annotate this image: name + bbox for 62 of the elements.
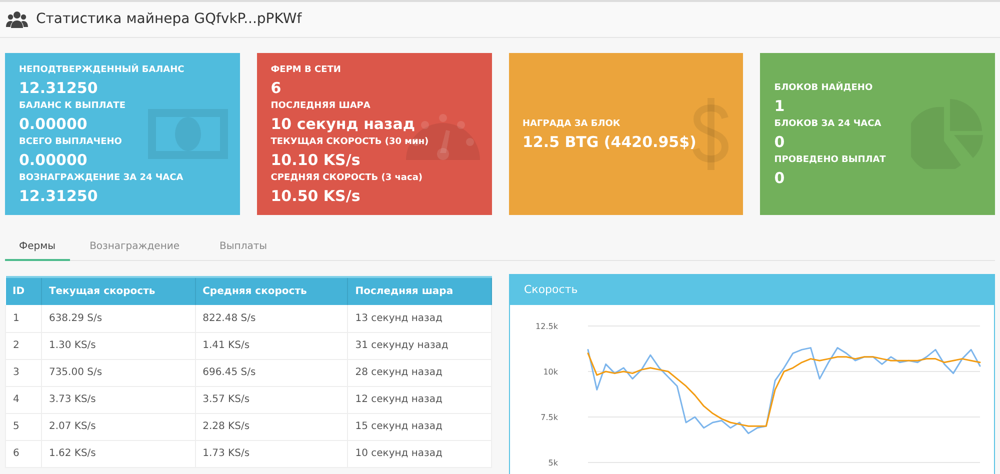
table-cell: 1.30 KS/s bbox=[41, 332, 196, 359]
table-cell: 735.00 S/s bbox=[41, 359, 196, 386]
axis-label: 5k bbox=[548, 458, 558, 468]
table-cell: 1.73 KS/s bbox=[195, 440, 348, 467]
table-cell: 28 секунд назад bbox=[348, 359, 492, 386]
table-cell: 2 bbox=[6, 332, 42, 359]
stat-value: 12.31250 bbox=[19, 78, 99, 98]
stat-label: НАГРАДА ЗА БЛОК bbox=[522, 118, 622, 131]
stat-value: 12.5 BTG (4420.95$) bbox=[522, 132, 696, 152]
stat-label: ТЕКУЩАЯ СКОРОСТЬ (30 мин) bbox=[270, 136, 429, 149]
table-cell: 3.57 KS/s bbox=[195, 386, 348, 413]
table-cell: 13 секунд назад bbox=[348, 305, 492, 332]
table-cell: 1 bbox=[6, 305, 42, 332]
table-cell: 2.28 KS/s bbox=[195, 413, 348, 440]
stat-label: БЛОКОВ НАЙДЕНО bbox=[774, 81, 874, 95]
table-cell: 12 секунд назад bbox=[348, 386, 492, 413]
table-cell: 5 bbox=[6, 413, 42, 440]
stat-label: БАЛАНС К ВЫПЛАТЕ bbox=[19, 100, 126, 113]
stat-value: 0 bbox=[774, 132, 786, 152]
column-header: Текущая скорость bbox=[41, 277, 196, 305]
column-header: Средняя скорость bbox=[195, 277, 348, 305]
table-cell: 3 bbox=[6, 359, 42, 386]
stat-label: НЕПОДТВЕРЖДЕННЫЙ БАЛАНС bbox=[19, 63, 184, 77]
table-cell: 3.73 KS/s bbox=[41, 386, 196, 413]
stat-label: БЛОКОВ ЗА 24 ЧАСА bbox=[774, 118, 882, 131]
stat-label: ВСЕГО ВЫПЛАЧЕНО bbox=[19, 136, 123, 149]
stat-label: ВОЗНАГРАЖДЕНИЕ ЗА 24 ЧАСА bbox=[19, 172, 184, 185]
table-cell: 696.45 S/s bbox=[195, 359, 348, 386]
column-header: Последняя шара bbox=[348, 277, 492, 305]
panel-title: Скорость bbox=[524, 282, 578, 298]
stat-value: 10.50 KS/s bbox=[270, 186, 362, 206]
table-cell: 10 секунд назад bbox=[348, 440, 492, 467]
stat-label: СРЕДНЯЯ СКОРОСТЬ (3 часа) bbox=[270, 172, 424, 185]
users-icon bbox=[6, 10, 28, 28]
table-cell: 31 секунду назад bbox=[348, 332, 492, 359]
tab[interactable]: Фермы bbox=[5, 233, 70, 261]
table-cell: 6 bbox=[6, 440, 42, 467]
stat-value: 10 секунд назад bbox=[270, 114, 416, 134]
table-cell: 15 секунд назад bbox=[348, 413, 492, 440]
stat-value: 0.00000 bbox=[19, 150, 88, 170]
table-cell: 1.41 KS/s bbox=[195, 332, 348, 359]
stat-value: 12.31250 bbox=[19, 186, 99, 206]
page-title: Статистика майнера GQfvkP...pPKWf bbox=[36, 10, 302, 29]
column-header: ID bbox=[6, 277, 42, 305]
axis-label: 12.5k bbox=[536, 322, 558, 331]
table-cell: 1.62 KS/s bbox=[41, 440, 196, 467]
table-cell: 822.48 S/s bbox=[195, 305, 348, 332]
stat-value: 6 bbox=[270, 78, 282, 98]
axis-label: 10k bbox=[543, 368, 558, 376]
table-cell: 2.07 KS/s bbox=[41, 413, 196, 440]
stat-value: 10.10 KS/s bbox=[270, 150, 362, 170]
axis-label: 7.5k bbox=[540, 413, 558, 422]
stat-label: ФЕРМ В СЕТИ bbox=[270, 64, 342, 77]
table-cell: 4 bbox=[6, 386, 42, 413]
stat-value: 0 bbox=[774, 168, 786, 188]
table-cell: 638.29 S/s bbox=[41, 305, 196, 332]
stat-value: 1 bbox=[774, 96, 786, 116]
tab[interactable]: Вознаграждение bbox=[70, 233, 200, 261]
stat-value: 0.00000 bbox=[19, 114, 88, 134]
tab[interactable]: Выплаты bbox=[200, 233, 288, 261]
stat-label: ПОСЛЕДНЯЯ ШАРА bbox=[270, 100, 372, 113]
stat-label: ПРОВЕДЕНО ВЫПЛАТ bbox=[774, 154, 886, 167]
